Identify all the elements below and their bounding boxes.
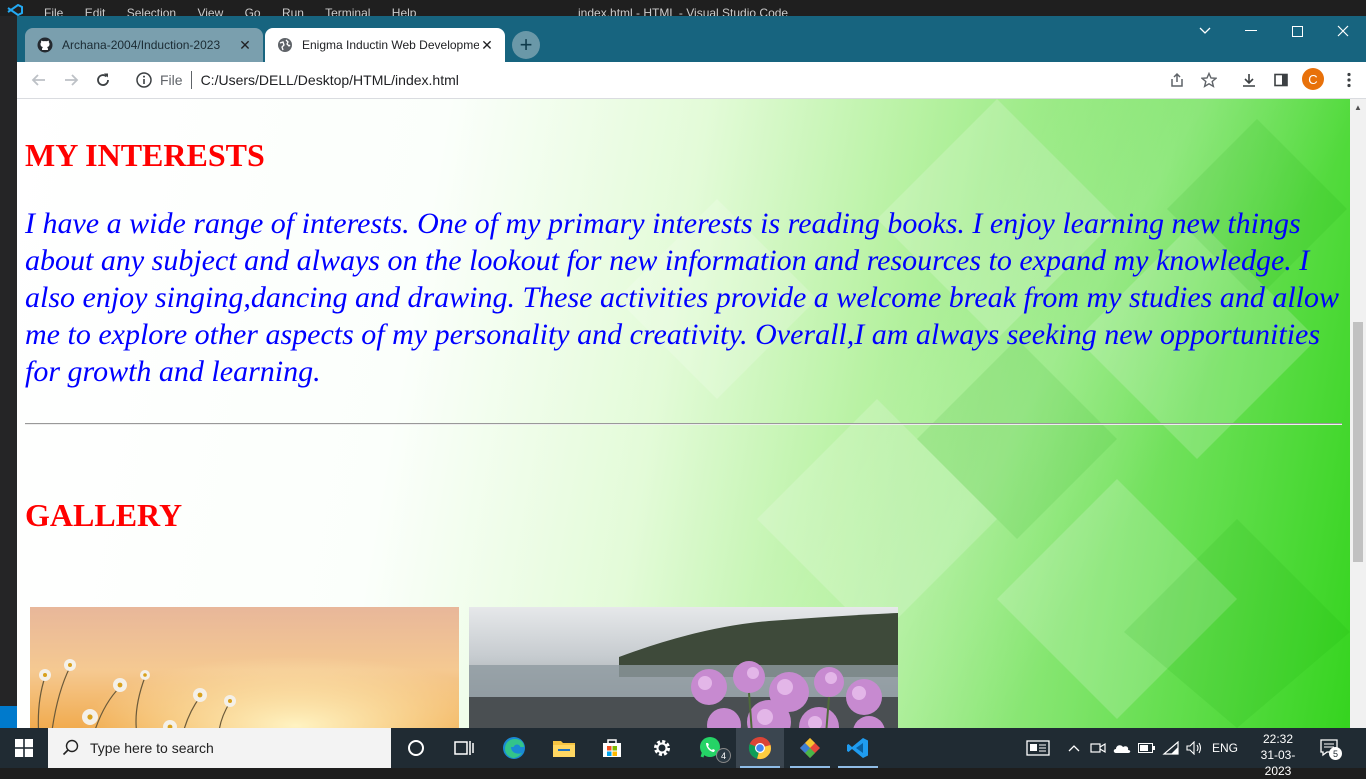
- chrome-icon[interactable]: [736, 728, 784, 768]
- wifi-icon[interactable]: [1162, 728, 1180, 768]
- whatsapp-badge: 4: [716, 748, 731, 763]
- clock-date: 31-03-2023: [1260, 748, 1296, 778]
- new-tab-button[interactable]: +: [512, 31, 540, 59]
- battery-icon[interactable]: [1138, 728, 1156, 768]
- taskbar-clock[interactable]: 22:32 31-03-2023: [1252, 731, 1304, 779]
- tab-enigma[interactable]: Enigma Inductin Web Developme ✕: [265, 28, 505, 62]
- maximize-button[interactable]: [1274, 16, 1320, 46]
- gallery-image-sunset-daisies: [30, 607, 459, 728]
- url-scheme-label: File: [160, 72, 183, 88]
- file-explorer-icon[interactable]: [540, 728, 588, 768]
- vscode-window-title: index.html - HTML - Visual Studio Code: [578, 6, 789, 16]
- site-info-icon[interactable]: [135, 71, 153, 89]
- reload-icon[interactable]: [89, 66, 117, 94]
- vscode-menu-view[interactable]: View: [197, 6, 223, 16]
- notification-center-icon[interactable]: 5: [1318, 736, 1342, 760]
- web-page-viewport: MY INTERESTS I have a wide range of inte…: [17, 99, 1350, 728]
- browser-window: Archana-2004/Induction-2023 ✕ Enigma Ind…: [17, 16, 1366, 728]
- page-scrollbar[interactable]: ▲: [1350, 99, 1366, 728]
- side-panel-icon[interactable]: [1267, 66, 1295, 94]
- section-divider: [25, 423, 1342, 424]
- minimize-button[interactable]: [1228, 16, 1274, 46]
- notification-count-badge: 5: [1329, 747, 1342, 760]
- omnibox-separator: [190, 71, 192, 89]
- tab-strip: Archana-2004/Induction-2023 ✕ Enigma Ind…: [17, 16, 1366, 62]
- input-language-label[interactable]: ENG: [1212, 728, 1238, 768]
- windows-start-button[interactable]: [0, 728, 48, 768]
- search-icon: [62, 739, 79, 756]
- vscode-logo-icon: [7, 4, 23, 16]
- url-text[interactable]: C:/Users/DELL/Desktop/HTML/index.html: [201, 72, 459, 88]
- tab-search-chevron-icon[interactable]: [1182, 16, 1228, 46]
- vscode-menu-edit[interactable]: Edit: [85, 6, 106, 16]
- tab-github-title: Archana-2004/Induction-2023: [62, 38, 221, 52]
- profile-avatar[interactable]: C: [1302, 68, 1324, 90]
- vscode-activity-bar: [0, 16, 17, 728]
- taskbar-search-box[interactable]: Type here to search: [48, 728, 391, 768]
- forward-arrow-icon[interactable]: [57, 66, 85, 94]
- task-view-icon[interactable]: [440, 728, 488, 768]
- taskbar-search-placeholder: Type here to search: [90, 740, 214, 756]
- microsoft-store-icon[interactable]: [588, 728, 636, 768]
- vscode-menu-selection[interactable]: Selection: [127, 6, 176, 16]
- vscode-menu: File Edit Selection View Go Run Terminal…: [44, 6, 434, 16]
- clock-time: 22:32: [1262, 732, 1294, 746]
- onedrive-cloud-icon[interactable]: [1112, 728, 1132, 768]
- windows-taskbar: Type here to search 4 ENG 22:32 31-03-20…: [0, 728, 1366, 778]
- interests-heading: MY INTERESTS: [25, 137, 265, 173]
- tab-github-close-icon[interactable]: ✕: [237, 37, 253, 53]
- share-icon[interactable]: [1163, 66, 1191, 94]
- menu-kebab-icon[interactable]: [1335, 66, 1363, 94]
- interests-paragraph: I have a wide range of interests. One of…: [25, 207, 1340, 388]
- vscode-menu-run[interactable]: Run: [282, 6, 304, 16]
- action-center-news-icon[interactable]: [1026, 728, 1050, 768]
- globe-icon: [278, 38, 292, 52]
- git-gui-icon[interactable]: [786, 728, 834, 768]
- tab-enigma-title: Enigma Inductin Web Developme: [302, 38, 479, 52]
- vscode-taskbar-icon[interactable]: [834, 728, 882, 768]
- gallery-image-purple-flowers: [469, 607, 898, 728]
- settings-gear-icon[interactable]: [638, 728, 686, 768]
- close-window-button[interactable]: [1320, 16, 1366, 46]
- vscode-menu-terminal[interactable]: Terminal: [325, 6, 370, 16]
- github-icon: [37, 37, 53, 53]
- vscode-titlebar: File Edit Selection View Go Run Terminal…: [0, 0, 1366, 16]
- meet-now-icon[interactable]: [1090, 728, 1106, 768]
- vscode-status-strip: [0, 706, 17, 728]
- tab-github[interactable]: Archana-2004/Induction-2023 ✕: [25, 28, 263, 62]
- address-bar[interactable]: File C:/Users/DELL/Desktop/HTML/index.ht…: [125, 65, 1167, 95]
- download-icon[interactable]: [1235, 66, 1263, 94]
- scroll-up-arrow-icon[interactable]: ▲: [1350, 99, 1366, 115]
- scrollbar-thumb[interactable]: [1353, 322, 1363, 562]
- tab-enigma-close-icon[interactable]: ✕: [479, 37, 495, 53]
- cortana-circle-icon[interactable]: [392, 728, 440, 768]
- vscode-menu-go[interactable]: Go: [245, 6, 261, 16]
- windows-logo-icon: [15, 739, 33, 757]
- browser-toolbar: File C:/Users/DELL/Desktop/HTML/index.ht…: [17, 62, 1366, 99]
- show-hidden-icons-chevron-icon[interactable]: [1068, 728, 1080, 768]
- edge-browser-icon[interactable]: [490, 728, 538, 768]
- back-arrow-icon[interactable]: [25, 66, 53, 94]
- gallery-heading: GALLERY: [25, 497, 183, 533]
- vscode-menu-help[interactable]: Help: [392, 6, 417, 16]
- whatsapp-icon[interactable]: 4: [686, 728, 734, 768]
- vscode-menu-file[interactable]: File: [44, 6, 63, 16]
- bookmark-star-icon[interactable]: [1195, 66, 1223, 94]
- volume-speaker-icon[interactable]: [1186, 728, 1204, 768]
